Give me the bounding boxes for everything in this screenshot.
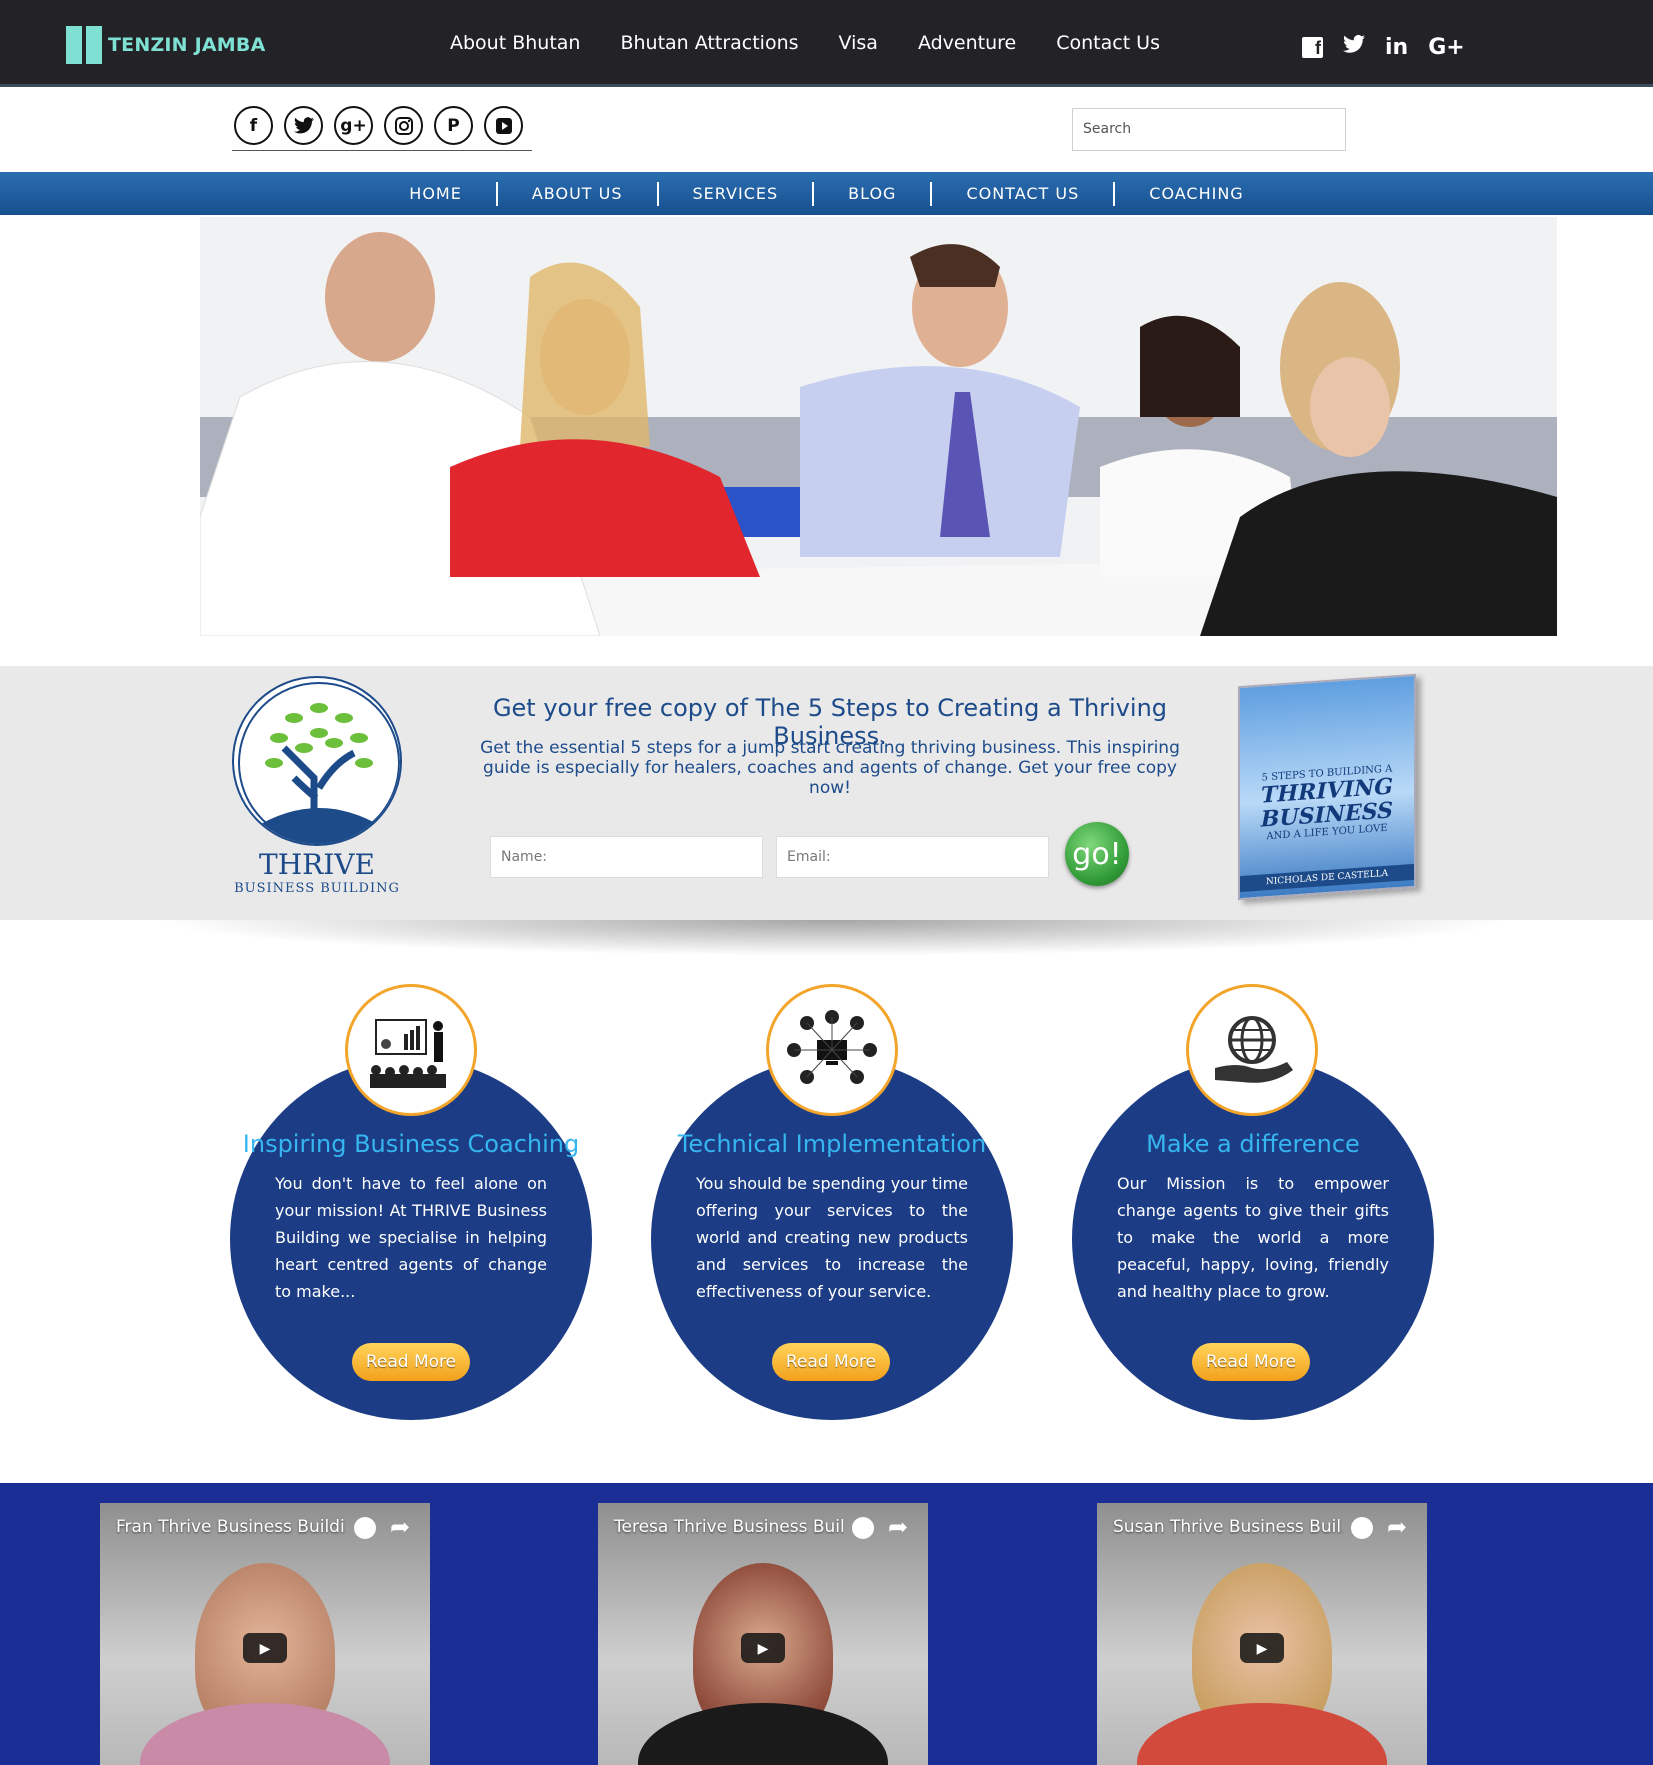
read-more-button-difference[interactable]: Read More [1192, 1343, 1310, 1381]
youtube-icon[interactable] [484, 106, 523, 145]
thrive-logo: THRIVE BUSINESS BUILDING [232, 676, 402, 896]
twitter-icon[interactable] [1343, 34, 1365, 60]
google-plus-icon[interactable]: G+ [1428, 35, 1465, 60]
linkedin-icon[interactable]: in [1385, 35, 1408, 60]
read-more-button-technical[interactable]: Read More [772, 1343, 890, 1381]
site-logo[interactable]: TENZIN JAMBA [66, 26, 265, 64]
logo-text: TENZIN JAMBA [108, 34, 266, 56]
video-thumbnail-body [1137, 1703, 1387, 1765]
optin-description: Get the essential 5 steps for a jump sta… [480, 738, 1180, 798]
video-player-teresa[interactable]: Teresa Thrive Business Buil... ➦ ▶ [598, 1503, 928, 1765]
share-icon[interactable]: ➦ [888, 1513, 908, 1541]
nav-about-us[interactable]: ABOUT US [498, 181, 659, 206]
video-thumbnail-body [140, 1703, 390, 1765]
instagram-icon[interactable] [384, 106, 423, 145]
twitter-icon[interactable] [284, 106, 323, 145]
nav-coaching[interactable]: COACHING [1115, 182, 1277, 206]
nav-blog[interactable]: BLOG [814, 181, 933, 206]
logo-mark-icon [66, 26, 102, 64]
main-navigation: HOME ABOUT US SERVICES BLOG CONTACT US C… [0, 172, 1653, 215]
service-title-difference: Make a difference [1146, 1130, 1360, 1158]
video-title[interactable]: Teresa Thrive Business Buil... [614, 1517, 844, 1537]
topnav-bhutan-attractions[interactable]: Bhutan Attractions [620, 32, 798, 54]
topnav-contact-us[interactable]: Contact Us [1056, 32, 1160, 54]
google-plus-icon[interactable]: g+ [334, 106, 373, 145]
video-thumbnail-body [638, 1703, 888, 1765]
nav-services[interactable]: SERVICES [659, 181, 815, 206]
play-icon[interactable]: ▶ [243, 1633, 287, 1663]
tree-logo-icon [232, 676, 402, 846]
facebook-icon[interactable]: f [1302, 36, 1323, 58]
watch-later-icon[interactable] [1351, 1517, 1373, 1539]
presentation-icon [345, 984, 477, 1116]
go-button[interactable]: go! [1065, 822, 1129, 886]
top-navigation: About Bhutan Bhutan Attractions Visa Adv… [450, 32, 1160, 54]
video-player-susan[interactable]: Susan Thrive Business Buil... ➦ ▶ [1097, 1503, 1427, 1765]
service-title-technical: Technical Implementation [677, 1130, 987, 1158]
globe-in-hand-icon [1186, 984, 1318, 1116]
topnav-about-bhutan[interactable]: About Bhutan [450, 32, 580, 54]
watch-later-icon[interactable] [354, 1517, 376, 1539]
book-author: NICHOLAS DE CASTELLA [1240, 863, 1414, 893]
service-title-coaching: Inspiring Business Coaching [242, 1130, 580, 1158]
service-text-difference: Our Mission is to empower change agents … [1117, 1174, 1389, 1301]
nav-home[interactable]: HOME [375, 181, 498, 206]
share-icon[interactable]: ➦ [1387, 1513, 1407, 1541]
share-icon[interactable]: ➦ [390, 1513, 410, 1541]
topnav-adventure[interactable]: Adventure [918, 32, 1016, 54]
topnav-visa[interactable]: Visa [839, 32, 878, 54]
nav-contact-us[interactable]: CONTACT US [932, 181, 1116, 206]
video-title[interactable]: Fran Thrive Business Buildi... [116, 1517, 346, 1537]
watch-later-icon[interactable] [852, 1517, 874, 1539]
top-header-bar: TENZIN JAMBA About Bhutan Bhutan Attract… [0, 0, 1653, 87]
facebook-icon[interactable]: f [234, 106, 273, 145]
search-input[interactable]: Search [1072, 108, 1346, 151]
network-devices-icon [766, 984, 898, 1116]
service-text-coaching: You don't have to feel alone on your mis… [275, 1174, 547, 1301]
pinterest-icon[interactable]: P [434, 106, 473, 145]
video-title[interactable]: Susan Thrive Business Buil... [1113, 1517, 1343, 1537]
ebook-cover[interactable]: 5 STEPS TO BUILDING A THRIVING BUSINESS … [1238, 673, 1416, 901]
thrive-logo-subtitle: BUSINESS BUILDING [234, 881, 400, 896]
play-icon[interactable]: ▶ [741, 1633, 785, 1663]
email-field[interactable]: Email: [776, 836, 1049, 878]
top-social-links: f in G+ [1302, 34, 1465, 60]
hero-image [200, 217, 1557, 636]
video-player-fran[interactable]: Fran Thrive Business Buildi... ➦ ▶ [100, 1503, 430, 1765]
section-shadow [152, 920, 1512, 956]
read-more-button-coaching[interactable]: Read More [352, 1343, 470, 1381]
thrive-logo-title: THRIVE [259, 848, 375, 881]
social-icons-row: f g+ P [232, 106, 532, 151]
name-field[interactable]: Name: [490, 836, 763, 878]
service-text-technical: You should be spending your time offerin… [696, 1174, 968, 1301]
play-icon[interactable]: ▶ [1240, 1633, 1284, 1663]
